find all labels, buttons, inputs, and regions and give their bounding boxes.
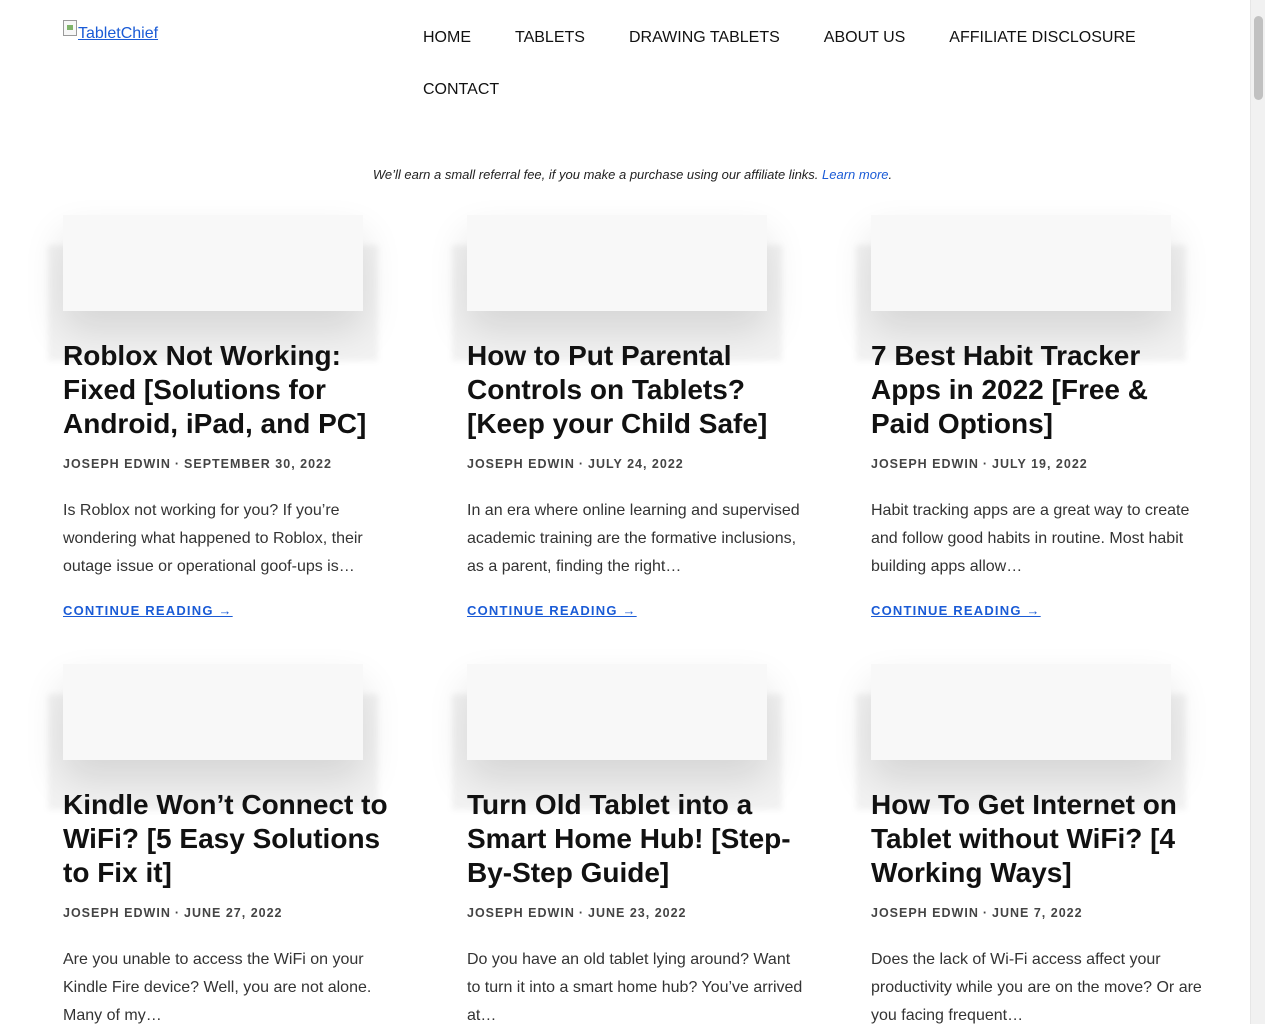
post-date: JUNE 7, 2022 <box>992 906 1083 920</box>
post-thumbnail[interactable] <box>63 664 363 760</box>
learn-more-link[interactable]: Learn more <box>822 167 888 182</box>
nav-home[interactable]: HOME <box>423 30 471 46</box>
post-excerpt: In an era where online learning and supe… <box>467 502 800 575</box>
post-date: JUNE 23, 2022 <box>588 906 687 920</box>
continue-reading-link[interactable]: CONTINUE READING → <box>467 603 637 618</box>
post-excerpt: Is Roblox not working for you? If you’re… <box>63 502 363 575</box>
post-date: JUNE 27, 2022 <box>184 906 283 920</box>
scrollbar-thumb[interactable] <box>1254 16 1263 100</box>
post-author[interactable]: JOSEPH EDWIN <box>467 457 575 471</box>
post-meta: JOSEPH EDWIN · JULY 19, 2022 <box>871 457 1088 471</box>
post-meta: JOSEPH EDWIN · JULY 24, 2022 <box>467 457 684 471</box>
post-excerpt: Does the lack of Wi-Fi access affect you… <box>871 951 1202 1024</box>
post-thumbnail[interactable] <box>467 215 767 311</box>
post-thumbnail[interactable] <box>871 215 1171 311</box>
post-meta: JOSEPH EDWIN · JUNE 23, 2022 <box>467 906 687 920</box>
nav-drawing-tablets[interactable]: DRAWING TABLETS <box>629 30 780 46</box>
post-thumbnail[interactable] <box>871 664 1171 760</box>
nav-about-us[interactable]: ABOUT US <box>824 30 906 46</box>
post-meta: JOSEPH EDWIN · SEPTEMBER 30, 2022 <box>63 457 332 471</box>
vertical-scrollbar[interactable] <box>1250 0 1265 1024</box>
post-thumbnail[interactable] <box>467 664 767 760</box>
post-title[interactable]: How To Get Internet on Tablet without Wi… <box>871 788 1211 890</box>
page: TabletChief HOME TABLETS DRAWING TABLETS… <box>0 0 1265 1024</box>
site-logo-alt-text: TabletChief <box>78 25 159 42</box>
post-excerpt: Do you have an old tablet lying around? … <box>467 951 803 1024</box>
post-meta: JOSEPH EDWIN · JUNE 27, 2022 <box>63 906 283 920</box>
post-title[interactable]: 7 Best Habit Tracker Apps in 2022 [Free … <box>871 339 1211 441</box>
site-logo-link[interactable]: TabletChief <box>63 20 158 43</box>
nav-affiliate-disclosure[interactable]: AFFILIATE DISCLOSURE <box>949 30 1135 46</box>
post-title[interactable]: Kindle Won’t Connect to WiFi? [5 Easy So… <box>63 788 403 890</box>
post-author[interactable]: JOSEPH EDWIN <box>63 457 171 471</box>
post-excerpt: Are you unable to access the WiFi on you… <box>63 951 372 1024</box>
post-title[interactable]: Roblox Not Working: Fixed [Solutions for… <box>63 339 403 441</box>
affiliate-notice: We’ll earn a small referral fee, if you … <box>0 167 1265 182</box>
post-excerpt: Habit tracking apps are a great way to c… <box>871 502 1190 575</box>
post-date: JULY 24, 2022 <box>588 457 684 471</box>
post-author[interactable]: JOSEPH EDWIN <box>467 906 575 920</box>
post-author[interactable]: JOSEPH EDWIN <box>63 906 171 920</box>
post-author[interactable]: JOSEPH EDWIN <box>871 457 979 471</box>
main-navigation: HOME TABLETS DRAWING TABLETS ABOUT US AF… <box>423 30 1183 98</box>
post-date: SEPTEMBER 30, 2022 <box>184 457 332 471</box>
post-title[interactable]: How to Put Parental Controls on Tablets?… <box>467 339 807 441</box>
continue-reading-link[interactable]: CONTINUE READING → <box>63 603 233 618</box>
nav-contact[interactable]: CONTACT <box>423 82 499 98</box>
continue-reading-link[interactable]: CONTINUE READING → <box>871 603 1041 618</box>
post-thumbnail[interactable] <box>63 215 363 311</box>
post-date: JULY 19, 2022 <box>992 457 1088 471</box>
post-title[interactable]: Turn Old Tablet into a Smart Home Hub! [… <box>467 788 807 890</box>
affiliate-notice-end: . <box>888 167 893 182</box>
post-meta: JOSEPH EDWIN · JUNE 7, 2022 <box>871 906 1083 920</box>
nav-tablets[interactable]: TABLETS <box>515 30 585 46</box>
broken-image-icon <box>63 20 77 36</box>
affiliate-notice-text: We’ll earn a small referral fee, if you … <box>372 167 823 182</box>
post-author[interactable]: JOSEPH EDWIN <box>871 906 979 920</box>
